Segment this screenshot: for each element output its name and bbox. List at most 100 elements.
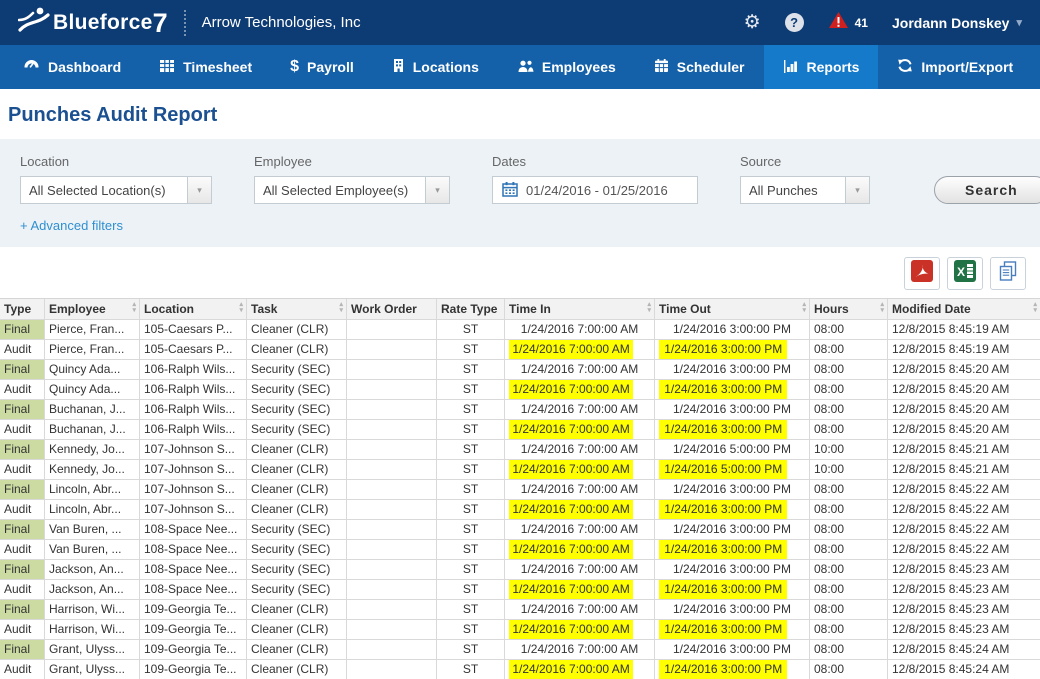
audit-highlight: 1/24/2016 7:00:00 AM: [509, 580, 633, 599]
employee-select[interactable]: All Selected Employee(s) ▾: [254, 176, 450, 204]
cell-employee: Grant, Ulyss...: [45, 660, 140, 679]
sort-icon[interactable]: ▴▾: [802, 302, 806, 314]
cell-employee: Pierce, Fran...: [45, 340, 140, 359]
column-header-task[interactable]: Task▴▾: [247, 299, 347, 319]
location-select[interactable]: All Selected Location(s) ▾: [20, 176, 212, 204]
cell-rate_type: ST: [437, 360, 505, 379]
nav-dashboard[interactable]: Dashboard: [4, 45, 140, 89]
cell-time_in: 1/24/2016 7:00:00 AM: [505, 560, 655, 579]
settings-gear-icon[interactable]: ⚙: [744, 13, 761, 32]
column-header-employee[interactable]: Employee▴▾: [45, 299, 140, 319]
date-range-input[interactable]: 01/24/2016 - 01/25/2016: [492, 176, 698, 204]
cell-task: Cleaner (CLR): [247, 620, 347, 639]
cell-location: 109-Georgia Te...: [140, 620, 247, 639]
column-header-time_in[interactable]: Time In▴▾: [505, 299, 655, 319]
cell-rate_type: ST: [437, 460, 505, 479]
cell-time_out: 1/24/2016 3:00:00 PM: [655, 640, 810, 659]
cell-modified: 12/8/2015 8:45:19 AM: [888, 320, 1040, 339]
nav-timesheet[interactable]: Timesheet: [140, 45, 271, 89]
advanced-filters-link[interactable]: + Advanced filters: [20, 218, 123, 233]
sort-icon[interactable]: ▴▾: [239, 302, 243, 314]
cell-hours: 08:00: [810, 380, 888, 399]
sort-icon[interactable]: ▴▾: [339, 302, 343, 314]
cell-rate_type: ST: [437, 640, 505, 659]
copy-pages-icon: [997, 260, 1019, 287]
cell-location: 108-Space Nee...: [140, 580, 247, 599]
nav-scheduler[interactable]: Scheduler: [635, 45, 764, 89]
user-menu[interactable]: Jordann Donskey ▾: [892, 15, 1022, 31]
nav-import-export[interactable]: Import/Export: [878, 45, 1032, 89]
sort-icon[interactable]: ▴▾: [1033, 302, 1037, 314]
sort-icon[interactable]: ▴▾: [132, 302, 136, 314]
help-icon[interactable]: ?: [785, 13, 804, 32]
cell-location: 105-Caesars P...: [140, 340, 247, 359]
sort-icon[interactable]: ▴▾: [647, 302, 651, 314]
cell-hours: 08:00: [810, 640, 888, 659]
export-pdf-button[interactable]: [904, 257, 940, 290]
nav-payroll[interactable]: $ Payroll: [271, 45, 373, 89]
cell-type: Audit: [0, 660, 45, 679]
source-select[interactable]: All Punches ▾: [740, 176, 870, 204]
cell-location: 108-Space Nee...: [140, 560, 247, 579]
cell-rate_type: ST: [437, 660, 505, 679]
table-row: AuditVan Buren, ...108-Space Nee...Secur…: [0, 540, 1040, 560]
table-row: FinalPierce, Fran...105-Caesars P...Clea…: [0, 320, 1040, 340]
cell-task: Cleaner (CLR): [247, 440, 347, 459]
brand-logo[interactable]: Blueforce 7: [18, 6, 168, 39]
audit-highlight: 1/24/2016 3:00:00 PM: [659, 500, 787, 519]
cell-modified: 12/8/2015 8:45:24 AM: [888, 640, 1040, 659]
cell-hours: 08:00: [810, 340, 888, 359]
cell-task: Cleaner (CLR): [247, 600, 347, 619]
alerts-indicator[interactable]: 41: [828, 11, 868, 34]
audit-highlight: 1/24/2016 3:00:00 PM: [659, 660, 787, 679]
nav-employees[interactable]: Employees: [498, 45, 635, 89]
column-header-location[interactable]: Location▴▾: [140, 299, 247, 319]
cell-work_order: [347, 540, 437, 559]
cell-rate_type: ST: [437, 400, 505, 419]
cell-rate_type: ST: [437, 420, 505, 439]
table-row: FinalJackson, An...108-Space Nee...Secur…: [0, 560, 1040, 580]
cell-work_order: [347, 400, 437, 419]
nav-locations[interactable]: Locations: [373, 45, 498, 89]
column-header-work_order: Work Order: [347, 299, 437, 319]
cell-rate_type: ST: [437, 380, 505, 399]
cell-time_in: 1/24/2016 7:00:00 AM: [505, 380, 655, 399]
cell-hours: 08:00: [810, 620, 888, 639]
cell-modified: 12/8/2015 8:45:21 AM: [888, 440, 1040, 459]
cell-task: Security (SEC): [247, 560, 347, 579]
scheduler-calendar-icon: [654, 58, 669, 76]
search-button[interactable]: Search: [934, 176, 1040, 204]
table-row: AuditGrant, Ulyss...109-Georgia Te...Cle…: [0, 660, 1040, 679]
cell-type: Final: [0, 640, 45, 659]
cell-modified: 12/8/2015 8:45:23 AM: [888, 560, 1040, 579]
cell-type: Final: [0, 320, 45, 339]
cell-time_in: 1/24/2016 7:00:00 AM: [505, 580, 655, 599]
chevron-down-icon: ▾: [845, 177, 869, 203]
page-title: Punches Audit Report: [8, 104, 1040, 127]
cell-hours: 08:00: [810, 560, 888, 579]
cell-modified: 12/8/2015 8:45:22 AM: [888, 540, 1040, 559]
export-copy-button[interactable]: [990, 257, 1026, 290]
cell-time_in: 1/24/2016 7:00:00 AM: [505, 340, 655, 359]
employees-icon: [517, 59, 534, 76]
cell-task: Security (SEC): [247, 400, 347, 419]
cell-work_order: [347, 600, 437, 619]
column-header-hours[interactable]: Hours▴▾: [810, 299, 888, 319]
export-excel-button[interactable]: X: [947, 257, 983, 290]
cell-hours: 10:00: [810, 440, 888, 459]
cell-hours: 10:00: [810, 460, 888, 479]
cell-location: 109-Georgia Te...: [140, 600, 247, 619]
cell-time_in: 1/24/2016 7:00:00 AM: [505, 400, 655, 419]
column-header-time_out[interactable]: Time Out▴▾: [655, 299, 810, 319]
cell-type: Final: [0, 600, 45, 619]
nav-reports[interactable]: Reports: [764, 45, 879, 89]
calendar-icon: [502, 181, 518, 200]
brand-name: Blueforce: [53, 11, 153, 35]
cell-type: Audit: [0, 580, 45, 599]
cell-rate_type: ST: [437, 600, 505, 619]
divider: [184, 10, 186, 36]
sort-icon[interactable]: ▴▾: [880, 302, 884, 314]
audit-highlight: 1/24/2016 7:00:00 AM: [509, 420, 633, 439]
cell-time_out: 1/24/2016 3:00:00 PM: [655, 580, 810, 599]
column-header-modified[interactable]: Modified Date▴▾: [888, 299, 1040, 319]
